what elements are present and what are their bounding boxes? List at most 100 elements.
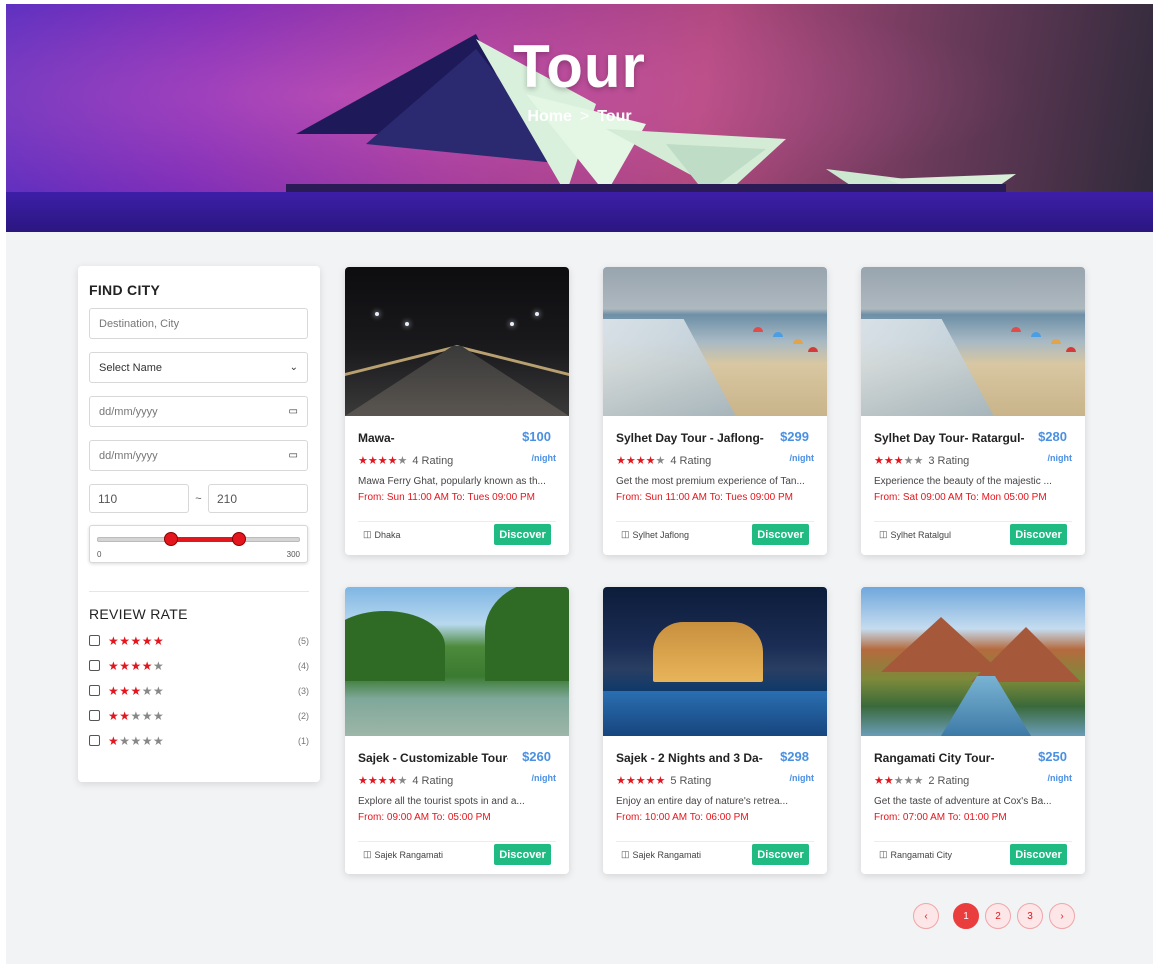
card-schedule: From: Sun 11:00 AM To: Tues 09:00 PM bbox=[358, 492, 535, 503]
tour-card[interactable]: Mawa- $100 /night ★★★★ ★ 4 Rating Mawa Fer… bbox=[345, 267, 569, 555]
card-description: Explore all the tourist spots in and a..… bbox=[358, 796, 525, 807]
review-checkbox[interactable] bbox=[89, 635, 100, 646]
slider-max-label: 300 bbox=[286, 550, 300, 559]
card-price-unit: /night bbox=[531, 453, 557, 463]
pagination-page-1[interactable]: 1 bbox=[953, 903, 979, 929]
slider-thumb-min[interactable] bbox=[164, 532, 179, 546]
card-location: ◫ Sajek Rangamati bbox=[363, 849, 443, 860]
card-schedule: From: Sun 11:00 AM To: Tues 09:00 PM bbox=[616, 492, 793, 503]
card-price: $299 bbox=[780, 429, 809, 444]
price-slider[interactable]: 0 300 bbox=[89, 525, 308, 563]
price-min-input[interactable]: 110 bbox=[89, 484, 189, 513]
card-description: Get the taste of adventure at Cox's Ba..… bbox=[874, 796, 1052, 807]
stars-filled: ★★★★ bbox=[616, 455, 656, 467]
tour-card[interactable]: Sajek - Customizable Tour- $260 /night ★… bbox=[345, 587, 569, 874]
tour-image[interactable] bbox=[861, 267, 1085, 416]
review-row-2[interactable]: ★★ ★★★ (2) bbox=[89, 703, 309, 728]
review-row-3[interactable]: ★★★ ★★ (3) bbox=[89, 678, 309, 703]
tour-image[interactable] bbox=[861, 587, 1085, 736]
stars-filled: ★★★ bbox=[108, 683, 142, 698]
tour-card[interactable]: Sajek - 2 Nights and 3 Da- $298 /night ★… bbox=[603, 587, 827, 874]
location-text: Sajek Rangamati bbox=[374, 849, 444, 860]
map-icon: ◫ bbox=[621, 529, 630, 539]
card-price-unit: /night bbox=[1047, 773, 1073, 783]
discover-button[interactable]: Discover bbox=[752, 524, 809, 545]
stars-empty: ★ bbox=[397, 775, 408, 787]
card-schedule: From: Sat 09:00 AM To: Mon 05:00 PM bbox=[874, 492, 1047, 503]
sea-wave bbox=[603, 319, 738, 416]
destination-input[interactable]: Destination, City bbox=[89, 308, 308, 339]
tour-card[interactable]: Sylhet Day Tour - Jaflong- $299 /night ★… bbox=[603, 267, 827, 555]
price-max-input[interactable]: 210 bbox=[208, 484, 308, 513]
review-row-4[interactable]: ★★★★ ★ (4) bbox=[89, 653, 309, 678]
card-divider bbox=[616, 521, 814, 522]
review-row-1[interactable]: ★ ★★★★ (1) bbox=[89, 728, 309, 753]
stars-filled: ★★★★ bbox=[108, 658, 154, 673]
card-title[interactable]: Sajek - Customizable Tour- bbox=[358, 751, 508, 765]
breadcrumb-separator: > bbox=[579, 108, 590, 125]
price-range-tilde: ~ bbox=[195, 492, 202, 505]
discover-button[interactable]: Discover bbox=[752, 844, 809, 865]
slider-fill bbox=[171, 537, 240, 542]
breadcrumb-home[interactable]: Home bbox=[527, 108, 571, 125]
slider-thumb-max[interactable] bbox=[232, 532, 247, 546]
review-checkbox[interactable] bbox=[89, 710, 100, 721]
tour-image[interactable] bbox=[345, 587, 569, 736]
tour-image[interactable] bbox=[345, 267, 569, 416]
discover-button[interactable]: Discover bbox=[494, 844, 551, 865]
select-name-value: Select Name bbox=[99, 361, 162, 374]
review-row-5[interactable]: ★★★★★ (5) bbox=[89, 628, 309, 653]
card-rating: ★★★★ ★ 4 Rating bbox=[616, 454, 814, 468]
card-rating: ★★★★ ★ 4 Rating bbox=[358, 454, 556, 468]
tour-card[interactable]: Rangamati City Tour- $250 /night ★★ ★★★ 2 … bbox=[861, 587, 1085, 874]
discover-button[interactable]: Discover bbox=[1010, 844, 1067, 865]
card-body: Sajek - 2 Nights and 3 Da- $298 /night ★… bbox=[603, 736, 827, 823]
select-name-dropdown[interactable]: Select Name ⌄ bbox=[89, 352, 308, 383]
stars-empty: ★ bbox=[655, 455, 666, 467]
tour-image[interactable] bbox=[603, 587, 827, 736]
stars-empty: ★ bbox=[397, 455, 408, 467]
date-to-placeholder: dd/mm/yyyy bbox=[99, 449, 158, 462]
review-checkbox[interactable] bbox=[89, 685, 100, 696]
pagination-next-button[interactable]: › bbox=[1049, 903, 1075, 929]
card-schedule: From: 09:00 AM To: 05:00 PM bbox=[358, 812, 491, 823]
destination-placeholder: Destination, City bbox=[99, 317, 180, 330]
rating-text: 4 Rating bbox=[412, 454, 454, 467]
pagination-page-3[interactable]: 3 bbox=[1017, 903, 1043, 929]
price-range-inputs: 110 ~ 210 bbox=[89, 484, 309, 513]
card-divider bbox=[358, 841, 556, 842]
stars-filled: ★★ bbox=[108, 708, 131, 723]
card-title[interactable]: Sajek - 2 Nights and 3 Da- bbox=[616, 751, 766, 765]
discover-button[interactable]: Discover bbox=[494, 524, 551, 545]
stars-empty: ★★ bbox=[141, 683, 165, 698]
slider-min-label: 0 bbox=[97, 550, 102, 559]
calendar-icon[interactable]: ▭ bbox=[289, 406, 298, 417]
card-title[interactable]: Sylhet Day Tour - Jaflong- bbox=[616, 431, 766, 445]
discover-button[interactable]: Discover bbox=[1010, 524, 1067, 545]
street-lamp bbox=[405, 322, 409, 326]
card-price: $250 bbox=[1038, 749, 1067, 764]
filter-sidebar: FIND CITY Destination, City Select Name … bbox=[78, 266, 320, 782]
review-list: ★★★★★ (5) ★★★★ ★ (4) ★★★ ★★ (3) ★★ ★★★ (2) ★ ★★★… bbox=[89, 628, 309, 753]
find-city-heading: FIND CITY bbox=[89, 282, 161, 298]
stars-filled: ★★ bbox=[874, 775, 894, 787]
card-title[interactable]: Rangamati City Tour- bbox=[874, 751, 1024, 765]
rating-text: 2 Rating bbox=[928, 774, 970, 787]
card-title[interactable]: Mawa- bbox=[358, 431, 508, 445]
tour-card[interactable]: Sylhet Day Tour- Ratargul- $280 /night ★… bbox=[861, 267, 1085, 555]
calendar-icon[interactable]: ▭ bbox=[289, 450, 298, 461]
date-to-input[interactable]: dd/mm/yyyy ▭ bbox=[89, 440, 308, 471]
tour-image[interactable] bbox=[603, 267, 827, 416]
rating-text: 5 Rating bbox=[670, 774, 712, 787]
card-title[interactable]: Sylhet Day Tour- Ratargul- bbox=[874, 431, 1024, 445]
map-icon: ◫ bbox=[363, 529, 372, 539]
review-checkbox[interactable] bbox=[89, 735, 100, 746]
stars-filled: ★★★★ bbox=[358, 775, 398, 787]
pagination-page-2[interactable]: 2 bbox=[985, 903, 1011, 929]
date-from-input[interactable]: dd/mm/yyyy ▭ bbox=[89, 396, 308, 427]
bridge-road bbox=[345, 346, 569, 416]
pagination-prev-button[interactable]: ‹ bbox=[913, 903, 939, 929]
review-checkbox[interactable] bbox=[89, 660, 100, 671]
hill bbox=[485, 587, 569, 681]
card-body: Sylhet Day Tour - Jaflong- $299 /night ★… bbox=[603, 416, 827, 503]
